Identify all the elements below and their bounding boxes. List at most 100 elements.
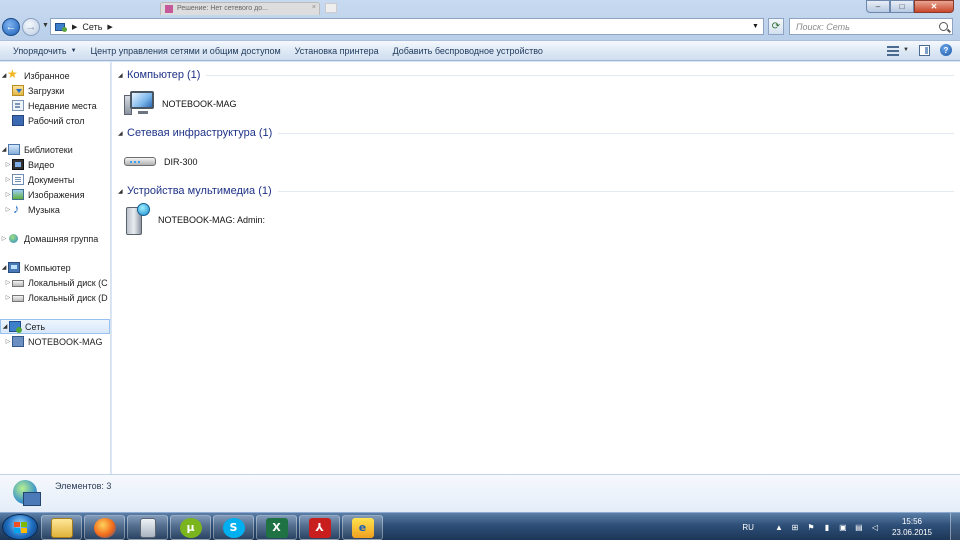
taskbar-explorer[interactable] bbox=[41, 515, 82, 540]
nav-downloads[interactable]: Загрузки bbox=[0, 83, 110, 98]
collapse-triangle-icon[interactable]: ◢ bbox=[118, 130, 127, 137]
language-indicator[interactable]: RU bbox=[742, 523, 754, 532]
nav-label: Локальный диск (D bbox=[28, 292, 108, 303]
network-status-icon[interactable]: ▣ bbox=[838, 522, 848, 532]
hard-disk-icon bbox=[12, 295, 24, 302]
window-controls: ‒ □ ✕ bbox=[866, 0, 954, 13]
group-header-multimedia-devices[interactable]: ◢ Устройства мультимедиа (1) bbox=[118, 184, 954, 198]
navigation-pane[interactable]: ◢ Избранное Загрузки Недавние места Рабо… bbox=[0, 62, 111, 474]
search-input[interactable]: Поиск: Сеть bbox=[789, 18, 953, 35]
new-tab-button[interactable] bbox=[325, 3, 337, 13]
help-icon[interactable]: ? bbox=[940, 44, 952, 56]
network-item-notebook-mag[interactable]: NOTEBOOK-MAG bbox=[124, 87, 237, 121]
nav-images[interactable]: ▷ Изображения bbox=[0, 187, 110, 202]
collapse-triangle-icon[interactable]: ◢ bbox=[0, 264, 8, 271]
maximize-button[interactable]: □ bbox=[890, 0, 914, 13]
breadcrumb-separator-icon[interactable]: ▶ bbox=[72, 23, 77, 31]
address-history-dropdown[interactable]: ▼ bbox=[752, 23, 759, 30]
breadcrumb-chevron-icon[interactable]: ▶ bbox=[107, 23, 112, 31]
volume-icon[interactable]: ◁ bbox=[870, 522, 880, 532]
nav-network[interactable]: ◢ Сеть bbox=[0, 319, 110, 334]
network-item-media-server[interactable]: NOTEBOOK-MAG: Admin: bbox=[124, 203, 265, 237]
nav-label: Видео bbox=[28, 159, 55, 170]
collapse-triangle-icon[interactable]: ◢ bbox=[0, 146, 8, 153]
preview-pane-icon[interactable] bbox=[919, 44, 930, 56]
expand-triangle-icon[interactable]: ▷ bbox=[4, 176, 12, 183]
add-wireless-device-button[interactable]: Добавить беспроводное устройство bbox=[386, 41, 550, 60]
item-label: DIR-300 bbox=[164, 157, 198, 167]
video-library-icon bbox=[12, 159, 24, 170]
group-header-computer[interactable]: ◢ Компьютер (1) bbox=[118, 68, 954, 82]
nav-music[interactable]: ▷ Музыка bbox=[0, 202, 110, 217]
collapse-triangle-icon[interactable]: ◢ bbox=[118, 72, 127, 79]
nav-label: Рабочий стол bbox=[28, 115, 85, 126]
collapse-triangle-icon[interactable]: ◢ bbox=[118, 188, 127, 195]
nav-desktop[interactable]: Рабочий стол bbox=[0, 113, 110, 128]
clock[interactable]: 15:56 23.06.2015 bbox=[892, 516, 932, 538]
recent-pages-dropdown[interactable]: ▼ bbox=[42, 22, 49, 29]
nav-label: Документы bbox=[28, 174, 75, 185]
refresh-icon: ⟳ bbox=[771, 21, 781, 32]
taskbar-skype[interactable]: S bbox=[213, 515, 254, 540]
taskbar-excel[interactable]: X bbox=[256, 515, 297, 540]
taskbar-internet-explorer[interactable]: e bbox=[342, 515, 383, 540]
nav-favorites[interactable]: ◢ Избранное bbox=[0, 68, 110, 83]
forward-button[interactable]: → bbox=[22, 18, 40, 36]
show-desktop-button[interactable] bbox=[950, 513, 960, 540]
breadcrumb-network[interactable]: Сеть bbox=[82, 22, 102, 32]
network-icon bbox=[9, 321, 22, 333]
search-placeholder: Поиск: Сеть bbox=[796, 22, 850, 32]
expand-triangle-icon[interactable]: ▷ bbox=[4, 338, 12, 345]
downloads-folder-icon bbox=[12, 85, 24, 96]
nav-documents[interactable]: ▷ Документы bbox=[0, 172, 110, 187]
add-printer-button[interactable]: Установка принтера bbox=[288, 41, 386, 60]
organize-button[interactable]: Упорядочить ▼ bbox=[6, 41, 84, 60]
network-item-dir-300[interactable]: DIR-300 bbox=[124, 145, 198, 179]
organize-label: Упорядочить bbox=[13, 45, 67, 56]
search-icon[interactable] bbox=[939, 22, 948, 31]
expand-triangle-icon[interactable]: ▷ bbox=[0, 235, 8, 242]
nav-computer[interactable]: ◢ Компьютер bbox=[0, 260, 110, 275]
expand-triangle-icon[interactable]: ▷ bbox=[4, 279, 12, 286]
taskbar-firefox[interactable] bbox=[84, 515, 125, 540]
nav-notebook-mag[interactable]: ▷ NOTEBOOK-MAG bbox=[0, 334, 110, 349]
back-arrow-icon: ← bbox=[5, 21, 17, 33]
refresh-button[interactable]: ⟳ bbox=[768, 18, 784, 35]
command-bar: Упорядочить ▼ Центр управления сетями и … bbox=[0, 40, 960, 61]
nav-disk-c[interactable]: ▷ Локальный диск (C bbox=[0, 275, 110, 290]
power-icon[interactable]: ▤ bbox=[854, 522, 864, 532]
back-button[interactable]: ← bbox=[2, 18, 20, 36]
expand-triangle-icon[interactable]: ▷ bbox=[4, 191, 12, 198]
minimize-button[interactable]: ‒ bbox=[866, 0, 890, 13]
background-browser-tab[interactable]: Решение: Нет сетевого до... × bbox=[160, 2, 320, 15]
file-list[interactable]: ◢ Компьютер (1) NOTEBOOK-MAG ◢ Сетевая и… bbox=[112, 62, 960, 474]
collapse-triangle-icon[interactable]: ◢ bbox=[1, 323, 9, 330]
change-view-icon[interactable] bbox=[887, 45, 900, 56]
nav-disk-d[interactable]: ▷ Локальный диск (D bbox=[0, 290, 110, 305]
signal-bars-icon[interactable]: ▮ bbox=[822, 522, 832, 532]
tab-close-icon[interactable]: × bbox=[312, 4, 316, 11]
address-bar[interactable]: ▶ Сеть ▶ bbox=[50, 18, 764, 35]
expand-triangle-icon[interactable]: ▷ bbox=[4, 294, 12, 301]
taskbar-utorrent[interactable]: µ bbox=[170, 515, 211, 540]
show-hidden-icons-icon[interactable]: ▲ bbox=[774, 522, 784, 532]
view-options-chevron-icon[interactable]: ▼ bbox=[903, 47, 909, 53]
group-header-network-infrastructure[interactable]: ◢ Сетевая инфраструктура (1) bbox=[118, 126, 954, 140]
network-center-button[interactable]: Центр управления сетями и общим доступом bbox=[84, 41, 288, 60]
taskbar-acrobat[interactable]: ⅄ bbox=[299, 515, 340, 540]
expand-triangle-icon[interactable]: ▷ bbox=[4, 206, 12, 213]
title-bar: Решение: Нет сетевого до... × ‒ □ ✕ ← → … bbox=[0, 0, 960, 40]
close-button[interactable]: ✕ bbox=[914, 0, 954, 13]
nav-libraries[interactable]: ◢ Библиотеки bbox=[0, 142, 110, 157]
group-title: Компьютер (1) bbox=[127, 69, 201, 81]
network-location-icon bbox=[55, 22, 67, 32]
nav-recent-places[interactable]: Недавние места bbox=[0, 98, 110, 113]
taskbar-calculator[interactable] bbox=[127, 515, 168, 540]
expand-triangle-icon[interactable]: ▷ bbox=[4, 161, 12, 168]
nav-homegroup[interactable]: ▷ Домашняя группа bbox=[0, 231, 110, 246]
view-controls: ▼ ? bbox=[887, 44, 952, 56]
windows-flag-icon[interactable]: ⊞ bbox=[790, 522, 800, 532]
nav-video[interactable]: ▷ Видео bbox=[0, 157, 110, 172]
start-button[interactable] bbox=[2, 514, 38, 540]
action-center-flag-icon[interactable]: ⚑ bbox=[806, 522, 816, 532]
